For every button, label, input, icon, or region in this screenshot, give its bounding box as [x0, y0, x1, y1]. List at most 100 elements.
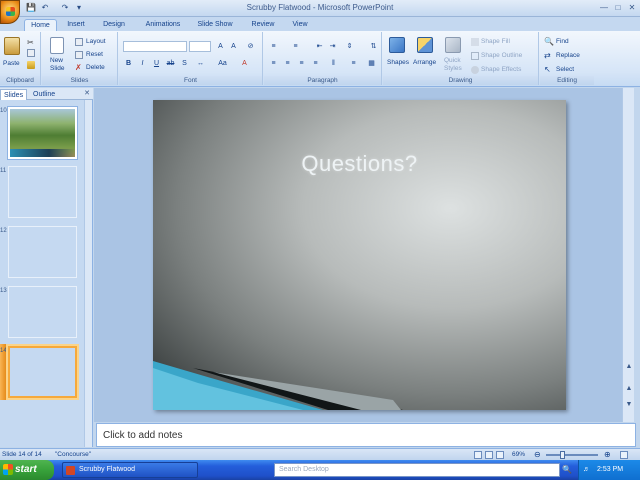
layout-button[interactable]: Layout [86, 37, 106, 46]
paste-button[interactable]: Paste [3, 59, 20, 68]
notes-pane[interactable]: Click to add notes [96, 423, 636, 447]
slide-thumbnail-10[interactable] [8, 107, 77, 159]
tab-slides[interactable]: Slides [0, 89, 28, 100]
maximize-button[interactable]: □ [612, 2, 624, 14]
windows-logo-icon [3, 464, 13, 475]
slide-thumbnail-14[interactable] [8, 346, 77, 398]
align-right-icon[interactable]: ≡ [296, 59, 307, 69]
columns-icon[interactable]: ‖ [328, 59, 339, 69]
italic-icon[interactable]: I [137, 59, 148, 69]
fit-to-window-icon[interactable] [620, 451, 628, 459]
smartart-icon[interactable]: ▦ [366, 59, 377, 69]
tab-outline[interactable]: Outline [30, 89, 58, 100]
slide-scrollbar[interactable]: ▲ ▲ ▼ [622, 88, 634, 422]
find-button[interactable]: Find [556, 37, 569, 46]
numbering-icon[interactable]: ≡ [290, 42, 301, 52]
zoom-out-icon[interactable]: ⊖ [534, 450, 541, 460]
align-center-icon[interactable]: ≡ [282, 59, 293, 69]
zoom-slider-thumb[interactable] [560, 451, 565, 459]
bold-icon[interactable]: B [123, 59, 134, 69]
shapes-icon[interactable] [389, 37, 405, 53]
reset-icon[interactable] [75, 51, 83, 59]
clear-formatting-icon[interactable]: ⊘ [245, 42, 256, 52]
tab-view[interactable]: View [288, 19, 312, 31]
next-slide-icon[interactable]: ▼ [623, 400, 635, 410]
zoom-slider[interactable] [546, 454, 598, 456]
paste-icon[interactable] [4, 37, 20, 55]
copy-icon[interactable] [27, 49, 35, 57]
text-direction-icon[interactable]: ⇅ [368, 42, 379, 52]
grow-font-icon[interactable]: A [215, 42, 226, 52]
select-icon[interactable]: ↖ [544, 66, 552, 74]
slideshow-view-icon[interactable] [496, 451, 504, 459]
line-spacing-icon[interactable]: ⇕ [344, 42, 355, 52]
current-slide[interactable]: Questions? [153, 100, 566, 410]
slide-editing-area: Questions? [94, 88, 622, 422]
tab-slide-show[interactable]: Slide Show [194, 19, 236, 31]
decrease-indent-icon[interactable]: ⇤ [314, 42, 325, 52]
shrink-font-icon[interactable]: A [228, 42, 239, 52]
quick-styles-button[interactable]: Quick Styles [444, 57, 462, 73]
arrange-button[interactable]: Arrange [413, 58, 436, 67]
strikethrough-icon[interactable]: ab [165, 59, 176, 69]
normal-view-icon[interactable] [474, 451, 482, 459]
bullets-icon[interactable]: ≡ [268, 42, 279, 52]
taskbar-item-powerpoint[interactable]: Scrubby Flatwood [62, 462, 198, 478]
reset-button[interactable]: Reset [86, 50, 103, 59]
shadow-icon[interactable]: S [179, 59, 190, 69]
delete-icon[interactable]: ✗ [75, 64, 83, 72]
tab-review[interactable]: Review [248, 19, 278, 31]
tab-animations[interactable]: Animations [140, 19, 186, 31]
font-name-combo[interactable] [123, 41, 187, 52]
arrange-icon[interactable] [417, 37, 433, 53]
shape-effects-button[interactable]: Shape Effects [481, 65, 521, 74]
quick-styles-icon[interactable] [445, 37, 461, 53]
replace-icon[interactable]: ⇄ [544, 52, 552, 60]
slide-thumbnail-11[interactable] [8, 166, 77, 218]
find-icon[interactable]: 🔍 [544, 38, 554, 46]
shape-outline-button[interactable]: Shape Outline [481, 51, 522, 60]
justify-icon[interactable]: ≡ [310, 59, 321, 69]
previous-slide-icon[interactable]: ▲ [623, 384, 635, 394]
shape-effects-icon[interactable] [471, 66, 479, 74]
change-case-icon[interactable]: Aa [217, 59, 228, 69]
shape-outline-icon[interactable] [471, 52, 479, 60]
underline-icon[interactable]: U [151, 59, 162, 69]
scroll-up-icon[interactable]: ▲ [623, 362, 635, 372]
zoom-in-icon[interactable]: ⊕ [604, 450, 611, 460]
slide-sorter-icon[interactable] [485, 451, 493, 459]
close-pane-icon[interactable]: ✕ [84, 89, 90, 97]
select-button[interactable]: Select [556, 65, 574, 74]
tab-design[interactable]: Design [99, 19, 129, 31]
shape-fill-button[interactable]: Shape Fill [481, 37, 510, 46]
increase-indent-icon[interactable]: ⇥ [327, 42, 338, 52]
font-size-combo[interactable] [189, 41, 211, 52]
pane-scrollbar[interactable] [84, 100, 92, 447]
minimize-button[interactable]: — [598, 2, 610, 14]
shape-fill-icon[interactable] [471, 38, 479, 46]
new-slide-button[interactable]: New Slide [50, 57, 64, 73]
search-desktop-input[interactable]: Search Desktop [274, 463, 560, 477]
character-spacing-icon[interactable]: ↔ [195, 59, 206, 69]
shapes-button[interactable]: Shapes [387, 58, 409, 67]
notes-placeholder[interactable]: Click to add notes [103, 430, 183, 441]
search-icon[interactable]: 🔍 [562, 464, 572, 476]
format-painter-icon[interactable] [27, 61, 35, 69]
align-text-icon[interactable]: ≡ [348, 59, 359, 69]
slide-thumbnail-12[interactable] [8, 226, 77, 278]
align-left-icon[interactable]: ≡ [268, 59, 279, 69]
tab-insert[interactable]: Insert [62, 19, 90, 31]
delete-button[interactable]: Delete [86, 63, 105, 72]
close-button[interactable]: ✕ [626, 2, 638, 14]
zoom-level[interactable]: 69% [512, 450, 525, 460]
volume-icon[interactable]: ♬ [583, 460, 590, 480]
replace-button[interactable]: Replace [556, 51, 580, 60]
slide-thumbnail-13[interactable] [8, 286, 77, 338]
font-color-icon[interactable]: A [239, 59, 250, 69]
cut-icon[interactable]: ✂ [27, 38, 35, 47]
layout-icon[interactable] [75, 38, 83, 46]
tab-home[interactable]: Home [24, 19, 57, 31]
new-slide-icon[interactable] [50, 37, 64, 54]
start-button[interactable]: start [0, 460, 54, 480]
ribbon: Paste ✂ Clipboard New Slide Layout Reset… [0, 31, 640, 87]
